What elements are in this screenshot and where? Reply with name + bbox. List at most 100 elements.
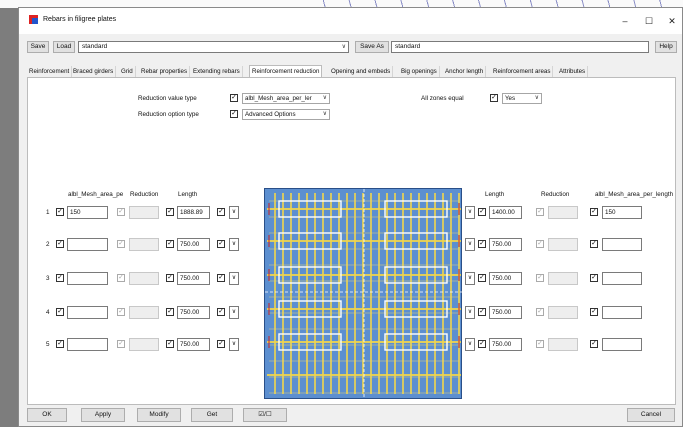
- right-length-input[interactable]: 1400.00: [489, 206, 522, 219]
- left-reduction-input[interactable]: [129, 238, 159, 251]
- reduction-value-type-checkbox[interactable]: ✓: [230, 94, 238, 102]
- right-mesh-checkbox[interactable]: ✓: [590, 208, 598, 216]
- right-length-checkbox[interactable]: ✓: [478, 340, 486, 348]
- left-mesh-input[interactable]: [67, 238, 108, 251]
- right-reduction-checkbox[interactable]: ✓: [536, 240, 544, 248]
- right-mesh-input[interactable]: [602, 238, 642, 251]
- right-length-checkbox[interactable]: ✓: [478, 274, 486, 282]
- left-mesh-input[interactable]: 150: [67, 206, 108, 219]
- left-anchor-dropdown[interactable]: ∨: [229, 306, 239, 319]
- left-mesh-checkbox[interactable]: ✓: [56, 208, 64, 216]
- right-reduction-input[interactable]: [548, 206, 578, 219]
- right-reduction-input[interactable]: [548, 338, 578, 351]
- right-mesh-checkbox[interactable]: ✓: [590, 340, 598, 348]
- tab-2[interactable]: Grid: [119, 66, 136, 77]
- left-length-checkbox[interactable]: ✓: [166, 308, 174, 316]
- left-anchor-dropdown[interactable]: ∨: [229, 238, 239, 251]
- left-anchor-dropdown[interactable]: ∨: [229, 272, 239, 285]
- left-mesh-input[interactable]: [67, 272, 108, 285]
- left-length-input[interactable]: 1888.89: [177, 206, 210, 219]
- cancel-button[interactable]: Cancel: [627, 408, 675, 422]
- tab-0[interactable]: Reinforcement: [27, 66, 73, 77]
- left-mesh-checkbox[interactable]: ✓: [56, 340, 64, 348]
- left-mesh-input[interactable]: [67, 338, 108, 351]
- right-mesh-checkbox[interactable]: ✓: [590, 240, 598, 248]
- reduction-value-type-select[interactable]: albl_Mesh_area_per_ler ∨: [242, 93, 330, 104]
- left-mesh-checkbox[interactable]: ✓: [56, 240, 64, 248]
- right-reduction-input[interactable]: [548, 238, 578, 251]
- right-length-input[interactable]: 750.00: [489, 272, 522, 285]
- right-anchor-dropdown[interactable]: ∨: [465, 272, 475, 285]
- left-reduction-checkbox[interactable]: ✓: [117, 240, 125, 248]
- tab-9[interactable]: Reinforcement areas: [491, 66, 554, 77]
- right-length-input[interactable]: 750.00: [489, 238, 522, 251]
- right-reduction-checkbox[interactable]: ✓: [536, 208, 544, 216]
- right-length-checkbox[interactable]: ✓: [478, 240, 486, 248]
- save-as-name-input[interactable]: standard: [391, 41, 649, 53]
- left-length-input[interactable]: 750.00: [177, 238, 210, 251]
- left-anchor-dropdown[interactable]: ∨: [229, 338, 239, 351]
- right-length-checkbox[interactable]: ✓: [478, 208, 486, 216]
- all-zones-equal-checkbox[interactable]: ✓: [490, 94, 498, 102]
- left-length-input[interactable]: 750.00: [177, 306, 210, 319]
- right-length-input[interactable]: 750.00: [489, 338, 522, 351]
- left-mesh-checkbox[interactable]: ✓: [56, 308, 64, 316]
- right-mesh-input[interactable]: [602, 338, 642, 351]
- reduction-option-type-select[interactable]: Advanced Options ∨: [242, 109, 330, 120]
- right-anchor-dropdown[interactable]: ∨: [465, 338, 475, 351]
- save-as-button[interactable]: Save As: [355, 41, 389, 53]
- toggle-all-button[interactable]: ☑/☐: [243, 408, 287, 422]
- left-length-input[interactable]: 750.00: [177, 338, 210, 351]
- ok-button[interactable]: OK: [27, 408, 67, 422]
- close-button[interactable]: ✕: [662, 14, 682, 28]
- left-length-checkbox[interactable]: ✓: [166, 240, 174, 248]
- left-length-checkbox[interactable]: ✓: [166, 274, 174, 282]
- left-reduction-input[interactable]: [129, 338, 159, 351]
- left-reduction-checkbox[interactable]: ✓: [117, 274, 125, 282]
- left-reduction-input[interactable]: [129, 272, 159, 285]
- left-anchor-checkbox[interactable]: ✓: [217, 240, 225, 248]
- right-mesh-input[interactable]: [602, 272, 642, 285]
- tab-3[interactable]: Rebar properties: [139, 66, 191, 77]
- left-reduction-input[interactable]: [129, 206, 159, 219]
- right-reduction-checkbox[interactable]: ✓: [536, 308, 544, 316]
- right-anchor-dropdown[interactable]: ∨: [465, 206, 475, 219]
- right-length-checkbox[interactable]: ✓: [478, 308, 486, 316]
- tab-8[interactable]: Anchor length: [443, 66, 487, 77]
- right-anchor-dropdown[interactable]: ∨: [465, 306, 475, 319]
- right-length-input[interactable]: 750.00: [489, 306, 522, 319]
- left-reduction-input[interactable]: [129, 306, 159, 319]
- right-reduction-input[interactable]: [548, 272, 578, 285]
- left-length-checkbox[interactable]: ✓: [166, 340, 174, 348]
- maximize-button[interactable]: ☐: [639, 14, 659, 28]
- modify-button[interactable]: Modify: [137, 408, 181, 422]
- tab-10[interactable]: Attributes: [557, 66, 589, 77]
- left-reduction-checkbox[interactable]: ✓: [117, 208, 125, 216]
- right-mesh-input[interactable]: 150: [602, 206, 642, 219]
- left-anchor-checkbox[interactable]: ✓: [217, 308, 225, 316]
- right-anchor-dropdown[interactable]: ∨: [465, 238, 475, 251]
- get-button[interactable]: Get: [191, 408, 233, 422]
- right-reduction-checkbox[interactable]: ✓: [536, 340, 544, 348]
- left-length-input[interactable]: 750.00: [177, 272, 210, 285]
- right-mesh-checkbox[interactable]: ✓: [590, 308, 598, 316]
- load-button[interactable]: Load: [53, 41, 75, 53]
- left-anchor-checkbox[interactable]: ✓: [217, 340, 225, 348]
- left-reduction-checkbox[interactable]: ✓: [117, 308, 125, 316]
- minimize-button[interactable]: –: [615, 14, 635, 28]
- left-reduction-checkbox[interactable]: ✓: [117, 340, 125, 348]
- help-button[interactable]: Help: [655, 41, 677, 53]
- left-length-checkbox[interactable]: ✓: [166, 208, 174, 216]
- save-button[interactable]: Save: [27, 41, 49, 53]
- left-anchor-checkbox[interactable]: ✓: [217, 274, 225, 282]
- left-anchor-checkbox[interactable]: ✓: [217, 208, 225, 216]
- left-anchor-dropdown[interactable]: ∨: [229, 206, 239, 219]
- right-mesh-input[interactable]: [602, 306, 642, 319]
- reduction-option-type-checkbox[interactable]: ✓: [230, 110, 238, 118]
- all-zones-equal-select[interactable]: Yes ∨: [502, 93, 542, 104]
- tab-7[interactable]: Big openings: [399, 66, 440, 77]
- right-reduction-input[interactable]: [548, 306, 578, 319]
- apply-button[interactable]: Apply: [81, 408, 125, 422]
- left-mesh-input[interactable]: [67, 306, 108, 319]
- left-mesh-checkbox[interactable]: ✓: [56, 274, 64, 282]
